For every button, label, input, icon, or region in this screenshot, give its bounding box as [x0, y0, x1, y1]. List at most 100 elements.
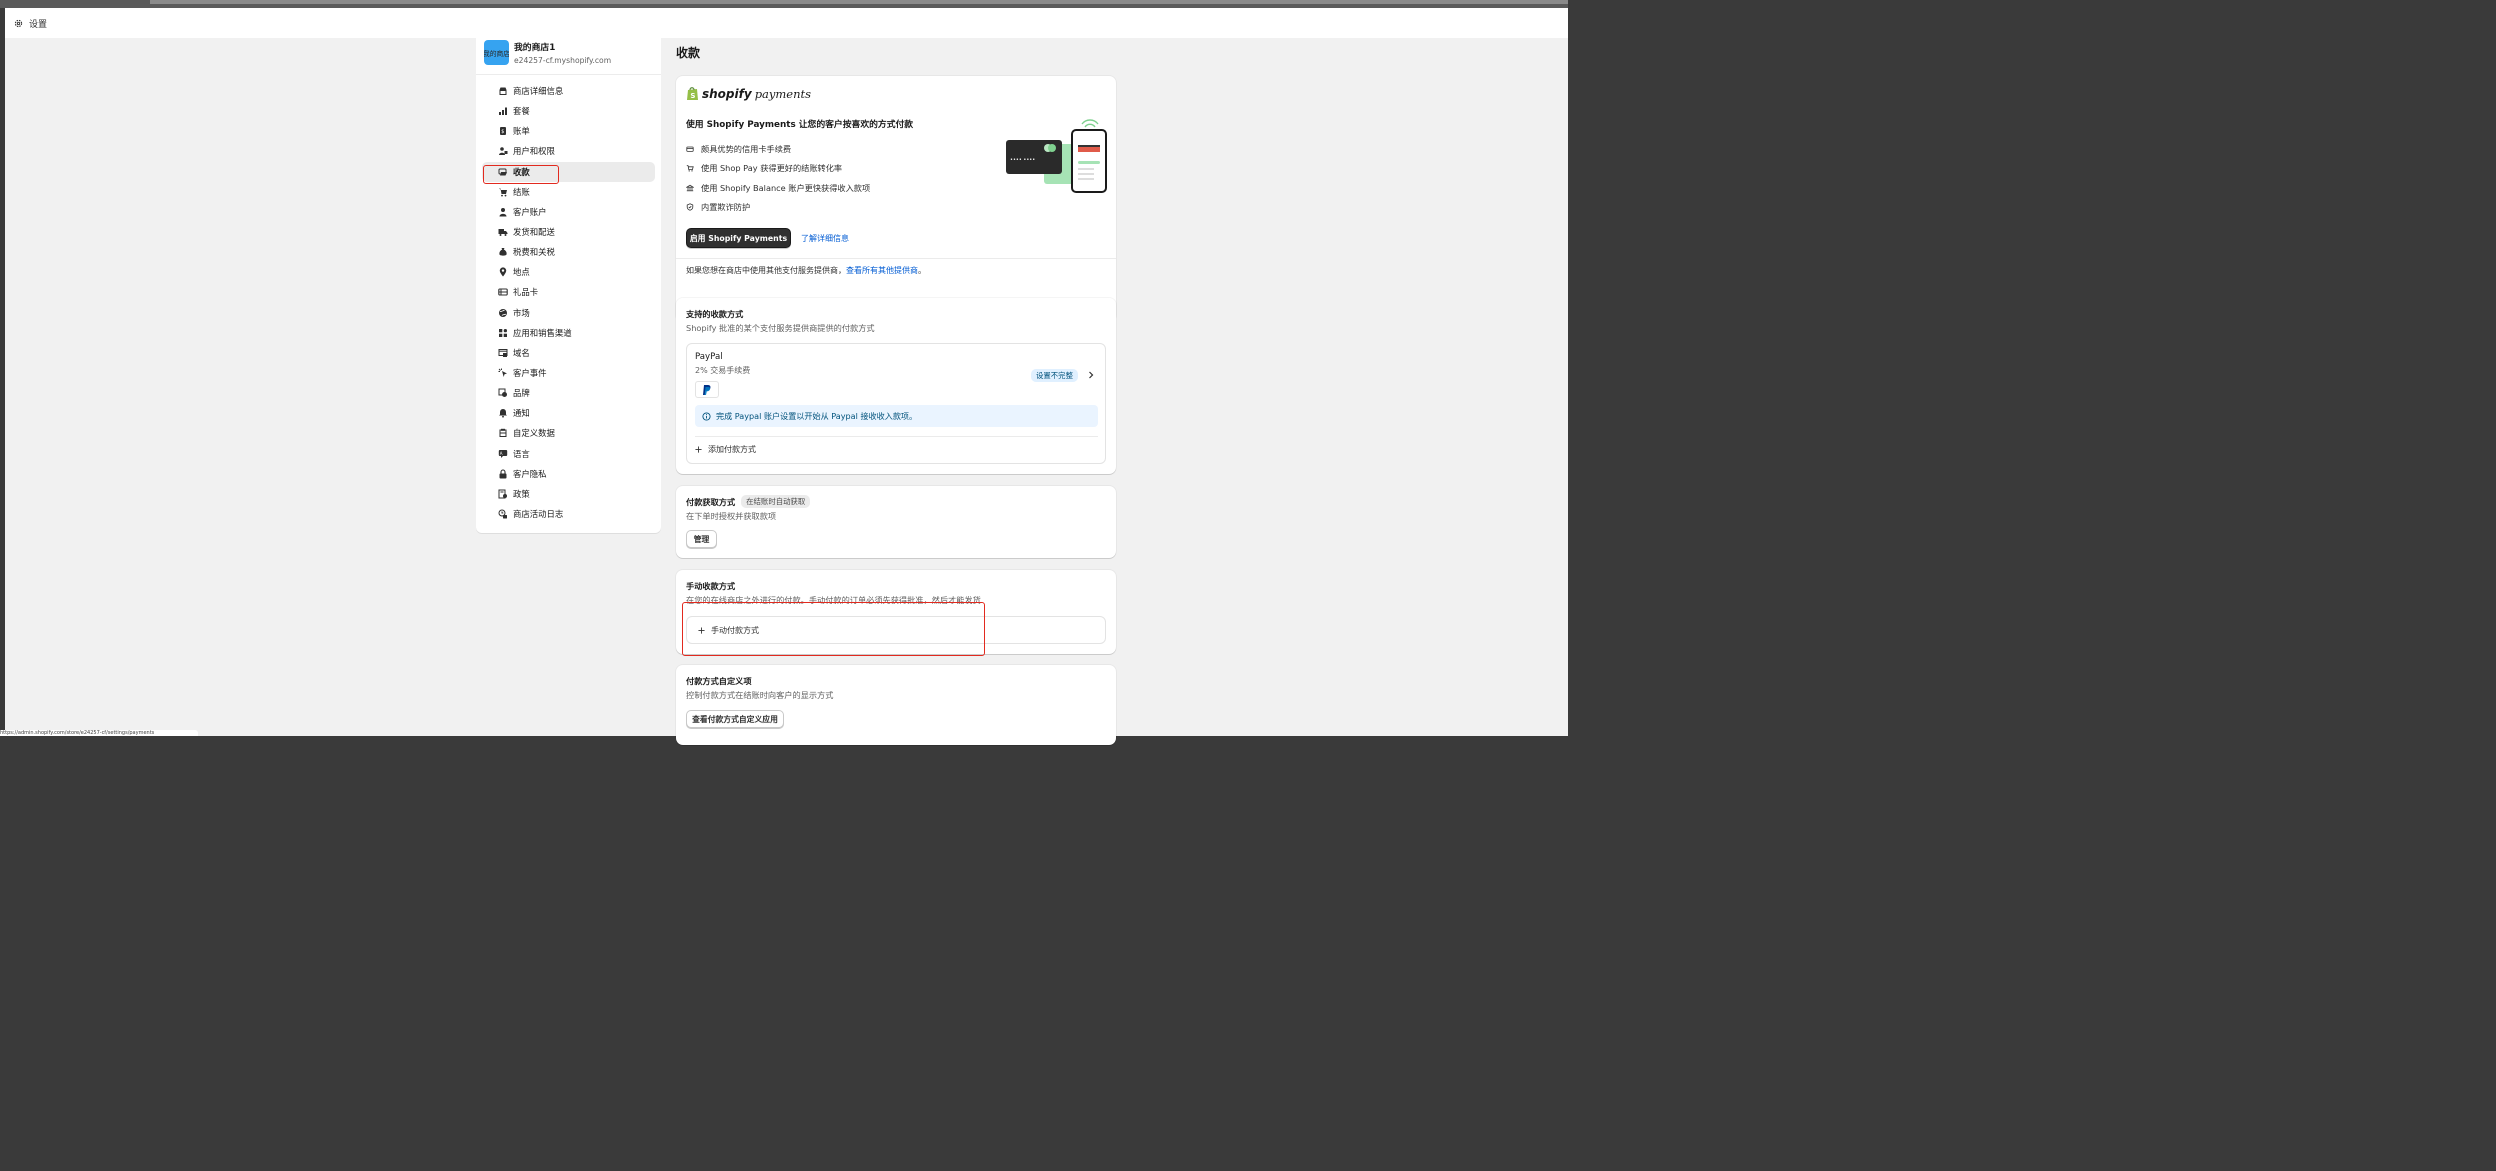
manual-title: 手动收款方式: [686, 581, 736, 591]
banner-text: 完成 Paypal 账户设置以开始从 Paypal 接收收入款项。: [716, 410, 918, 421]
divider: [676, 258, 1116, 259]
settings-nav: 商店详细信息 套餐 $ 账单 用户和权限 收款结账客户账户发货和配送税费和关税地点礼品卡市…: [476, 75, 661, 524]
sidebar-item-truck[interactable]: 发货和配送: [482, 222, 655, 242]
sidebar-item-label: 税费和关税: [513, 247, 555, 258]
cart-icon: [686, 165, 694, 172]
gear-icon: [14, 19, 23, 27]
sidebar-item-database[interactable]: 自定义数据: [482, 423, 655, 443]
globe-icon: [499, 308, 507, 317]
bell-icon: [499, 409, 507, 418]
page-title: 收款: [676, 46, 701, 60]
supported-methods-card: 支持的收款方式 Shopify 批准的某个支付服务提供商提供的付款方式 PayP…: [676, 298, 1116, 474]
payments-headline: 使用 Shopify Payments 让您的客户按喜欢的方式付款: [686, 120, 914, 130]
sidebar-item-label: 账单: [513, 126, 530, 137]
database-icon: [499, 429, 507, 438]
brand-icon: [498, 388, 507, 398]
add-payment-method-button[interactable]: 添加付款方式: [695, 444, 756, 455]
sidebar-item-cursor[interactable]: 客户事件: [482, 363, 655, 383]
sidebar-item-plan[interactable]: 套餐: [482, 101, 655, 121]
store-avatar: 我的商店: [484, 40, 509, 65]
plus-icon: [695, 446, 702, 453]
svg-text:A: A: [500, 450, 503, 455]
sidebar-item-location[interactable]: 地点: [482, 262, 655, 282]
domain-icon: [498, 348, 508, 357]
bank-icon: [686, 184, 694, 192]
sidebar-item-gift-card[interactable]: 礼品卡: [482, 282, 655, 302]
sidebar-item-lock[interactable]: 客户隐私: [482, 464, 655, 484]
apps-icon: [499, 328, 507, 337]
sidebar-item-label: 客户事件: [513, 368, 547, 379]
feature-text: 使用 Shop Pay 获得更好的结账转化率: [701, 163, 843, 173]
sidebar-item-label: 地点: [513, 267, 530, 278]
sidebar-item-globe[interactable]: 市场: [482, 303, 655, 323]
chevron-right-icon[interactable]: [1087, 371, 1095, 379]
svg-text:S: S: [690, 92, 695, 100]
sidebar-item-label: 商店详细信息: [513, 86, 564, 97]
paypal-setup-banner: 完成 Paypal 账户设置以开始从 Paypal 接收收入款项。: [695, 405, 1098, 427]
capture-title: 付款获取方式: [686, 496, 736, 507]
paypal-logo: [695, 381, 719, 398]
cursor-icon: [498, 368, 507, 378]
view-all-providers-link[interactable]: 查看所有其他提供商: [846, 266, 918, 275]
view-customization-apps-button[interactable]: 查看付款方式自定义应用: [686, 710, 784, 728]
sidebar-item-policy[interactable]: 政策: [482, 484, 655, 504]
sidebar-item-domain[interactable]: 域名: [482, 343, 655, 363]
manual-subtitle: 在您的在线商店之外进行的付款。手动付款的订单必须先获得批准，然后才能发货: [686, 595, 981, 605]
store-header[interactable]: 我的商店 我的商店1 e24257-cf.myshopify.com: [476, 31, 661, 75]
sidebar-item-label: 市场: [513, 307, 530, 318]
store-icon: [499, 87, 507, 96]
add-manual-payment-button[interactable]: 手动付款方式: [686, 616, 1106, 644]
sidebar-item-cart[interactable]: 结账: [482, 182, 655, 202]
sidebar-item-apps[interactable]: 应用和销售渠道: [482, 323, 655, 343]
sidebar-item-label: 应用和销售渠道: [513, 327, 572, 338]
feature-item: 内置欺诈防护: [686, 201, 750, 213]
sidebar-item-person[interactable]: 客户账户: [482, 202, 655, 222]
sidebar-item-users[interactable]: 用户和权限: [482, 141, 655, 161]
sidebar-item-brand[interactable]: 品牌: [482, 383, 655, 403]
feature-item: 颇具优势的信用卡手续费: [686, 143, 791, 155]
sidebar-item-label: 政策: [513, 488, 530, 499]
sidebar-item-billing[interactable]: $ 账单: [482, 121, 655, 141]
sidebar-item-label: 结账: [513, 186, 530, 197]
shopify-payments-logo: S shopify payments: [686, 86, 811, 101]
manage-button[interactable]: 管理: [686, 530, 717, 548]
shield-icon: [686, 203, 694, 211]
sidebar-item-label: 域名: [513, 347, 530, 358]
footer-end: 。: [918, 266, 926, 275]
paypal-icon: [703, 384, 711, 395]
capture-subtitle: 在下单时授权并获取款项: [686, 511, 777, 521]
sidebar-item-label: 发货和配送: [513, 227, 555, 238]
sidebar-item-payments[interactable]: 收款: [482, 161, 655, 182]
sidebar-item-bell[interactable]: 通知: [482, 403, 655, 423]
feature-text: 内置欺诈防护: [701, 202, 751, 212]
sidebar-item-language[interactable]: A 语言: [482, 444, 655, 464]
capture-badge: 在结账时自动获取: [741, 495, 811, 508]
location-icon: [499, 267, 507, 277]
title-bar: 设置: [5, 8, 1568, 38]
manual-methods-card: 手动收款方式 在您的在线商店之外进行的付款。手动付款的订单必须先获得批准，然后才…: [676, 570, 1116, 654]
sidebar-item-label: 自定义数据: [513, 428, 555, 439]
sidebar-item-label: 套餐: [513, 106, 530, 117]
sidebar-item-store[interactable]: 商店详细信息: [482, 81, 655, 101]
lock-icon: [499, 469, 507, 479]
window-title: 设置: [29, 19, 48, 30]
person-icon: [499, 207, 507, 217]
learn-more-link[interactable]: 了解详细信息: [801, 233, 849, 244]
store-url: e24257-cf.myshopify.com: [514, 56, 612, 65]
sidebar-item-activity[interactable]: 商店活动日志: [482, 504, 655, 524]
card-digits: •••• ••••: [1010, 157, 1035, 163]
footer-text: 如果您想在商店中使用其他支付服务提供商，: [686, 266, 846, 275]
customizations-subtitle: 控制付款方式在结账时向客户的显示方式: [686, 690, 834, 700]
provider-fee: 2% 交易手续费: [695, 366, 751, 375]
paypal-provider-card[interactable]: PayPal 2% 交易手续费 设置不完整 完成 Paypal 账户设置以开始从…: [686, 343, 1106, 464]
browser-tab-strip: [150, 0, 1568, 4]
tax-icon: [499, 248, 507, 256]
sidebar-item-tax[interactable]: 税费和关税: [482, 242, 655, 262]
provider-name: PayPal: [695, 352, 723, 362]
main-content: 收款 S shopify payments 使用 Shopify Payment…: [676, 36, 1116, 745]
sidebar-item-label: 礼品卡: [513, 287, 539, 298]
logo-shopify-text: shopify: [702, 86, 752, 101]
activate-shopify-payments-button[interactable]: 启用 Shopify Payments: [686, 228, 791, 248]
feature-text: 使用 Shopify Balance 账户更快获得收入款项: [701, 183, 871, 193]
shopify-payments-card: S shopify payments 使用 Shopify Payments 让…: [676, 76, 1116, 322]
